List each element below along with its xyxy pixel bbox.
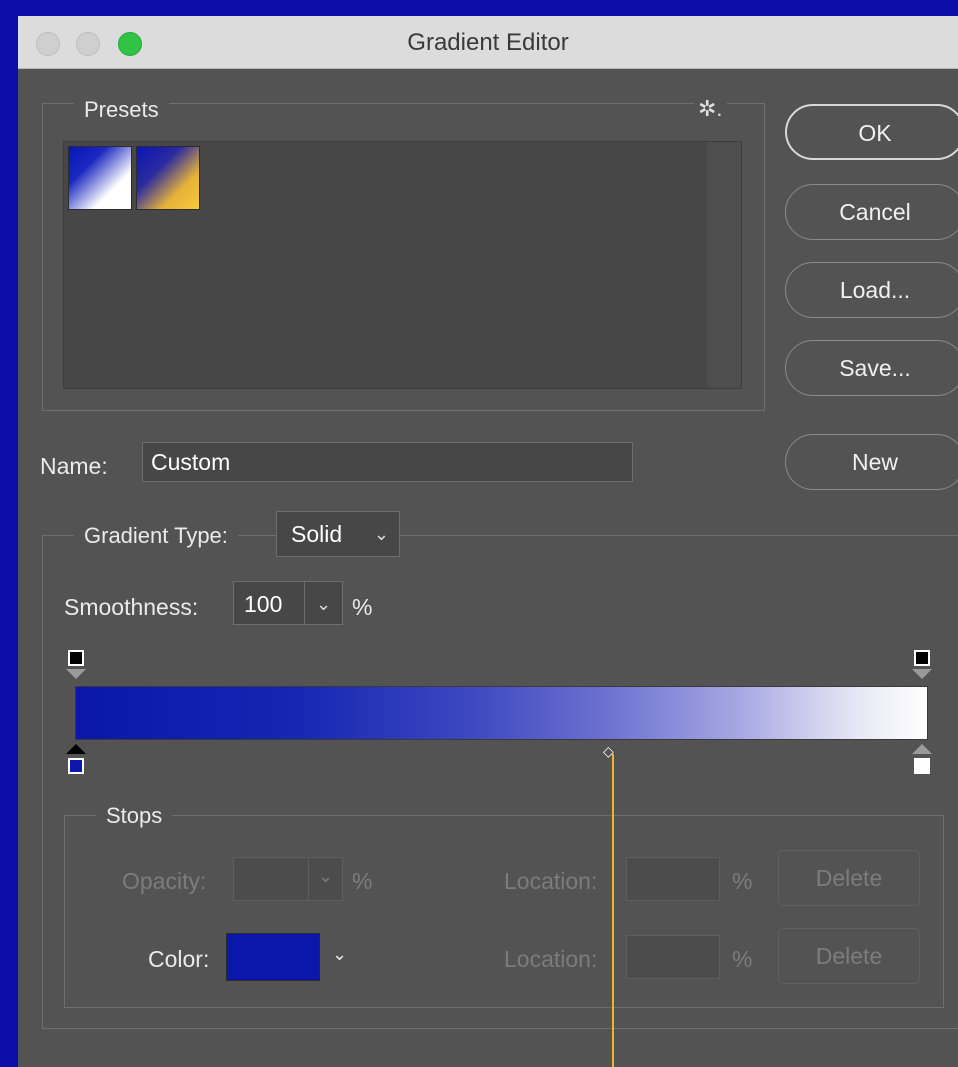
name-input[interactable]: Custom bbox=[142, 442, 633, 482]
midpoint-guide-line bbox=[612, 754, 614, 1067]
chevron-down-icon[interactable]: ⌄ bbox=[316, 582, 331, 626]
opacity-unit: % bbox=[352, 868, 373, 894]
gradient-type-label: Gradient Type: bbox=[74, 523, 238, 549]
gradient-type-value: Solid bbox=[291, 521, 343, 547]
opacity-stop-right[interactable] bbox=[914, 650, 930, 666]
stops-legend: Stops bbox=[96, 803, 173, 829]
location-input-color[interactable] bbox=[626, 935, 720, 979]
preset-swatch-blue-yellow[interactable] bbox=[136, 146, 200, 210]
title-bar: Gradient Editor bbox=[18, 16, 958, 69]
color-stop-left[interactable] bbox=[68, 758, 84, 774]
location-input-opacity[interactable] bbox=[626, 857, 720, 901]
gradient-editor-window: Gradient Editor Presets ✲. OK Cancel Loa… bbox=[18, 16, 958, 1067]
cancel-button[interactable]: Cancel bbox=[785, 184, 958, 240]
opacity-stop-right-pointer-icon bbox=[912, 669, 932, 679]
smoothness-input[interactable]: 100 ⌄ bbox=[233, 581, 343, 625]
color-stop-right-pointer-icon bbox=[912, 744, 932, 754]
opacity-stop-left-pointer-icon bbox=[66, 669, 86, 679]
preset-swatch-blue-white[interactable] bbox=[68, 146, 132, 210]
delete-opacity-stop-button[interactable]: Delete bbox=[778, 850, 920, 906]
location-unit-color: % bbox=[732, 946, 753, 972]
delete-color-stop-button[interactable]: Delete bbox=[778, 928, 920, 984]
color-stop-right[interactable] bbox=[914, 758, 930, 774]
location-unit-opacity: % bbox=[732, 868, 753, 894]
color-stop-left-pointer-icon bbox=[66, 744, 86, 754]
location-label-opacity: Location: bbox=[504, 868, 598, 894]
opacity-stop-left[interactable] bbox=[68, 650, 84, 666]
save-button[interactable]: Save... bbox=[785, 340, 958, 396]
opacity-divider bbox=[308, 858, 309, 900]
smoothness-value: 100 bbox=[244, 591, 283, 617]
chevron-down-icon: ⌄ bbox=[373, 524, 389, 544]
presets-legend: Presets bbox=[74, 97, 169, 123]
smoothness-divider bbox=[304, 582, 305, 624]
gradient-type-select[interactable]: Solid ⌄ bbox=[276, 511, 400, 557]
smoothness-unit: % bbox=[352, 594, 373, 620]
smoothness-label: Smoothness: bbox=[64, 594, 199, 620]
presets-list[interactable] bbox=[63, 141, 742, 389]
opacity-input[interactable]: ⌄ bbox=[233, 857, 343, 901]
load-button[interactable]: Load... bbox=[785, 262, 958, 318]
chevron-down-icon[interactable]: ⌄ bbox=[332, 944, 347, 965]
name-label: Name: bbox=[40, 453, 108, 479]
color-label: Color: bbox=[148, 946, 210, 972]
window-title: Gradient Editor bbox=[407, 29, 569, 56]
ok-button[interactable]: OK bbox=[785, 104, 958, 160]
new-button[interactable]: New bbox=[785, 434, 958, 490]
gradient-preview-bar[interactable] bbox=[75, 686, 928, 740]
presets-scrollbar[interactable] bbox=[706, 142, 741, 388]
chevron-down-icon[interactable]: ⌄ bbox=[318, 866, 333, 887]
color-stop-swatch[interactable] bbox=[226, 933, 320, 981]
location-label-color: Location: bbox=[504, 946, 598, 972]
opacity-label: Opacity: bbox=[122, 868, 207, 894]
presets-gear-icon[interactable]: ✲. bbox=[694, 96, 727, 122]
